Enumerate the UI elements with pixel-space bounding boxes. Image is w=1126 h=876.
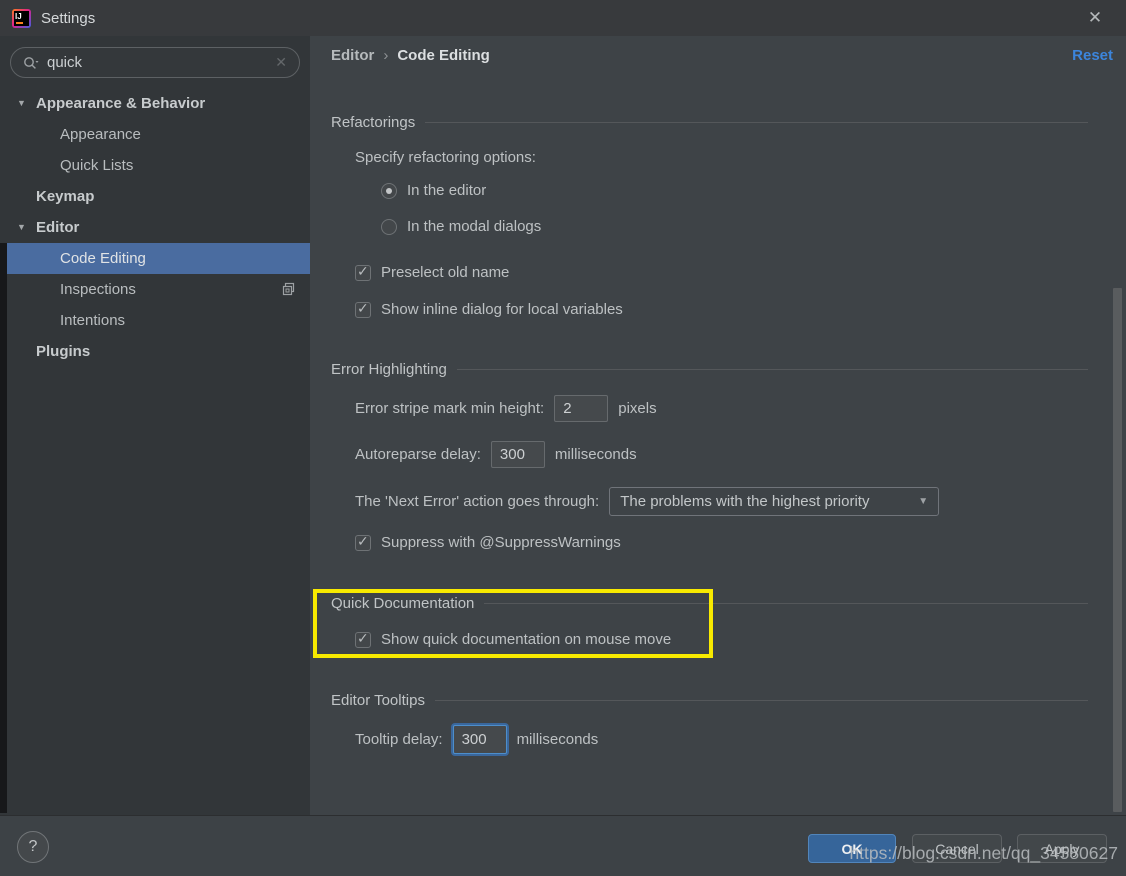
- section-header-refactorings: Refactorings: [331, 114, 1088, 131]
- next-error-dropdown[interactable]: The problems with the highest priority ▼: [609, 487, 939, 516]
- close-icon[interactable]: ✕: [1082, 6, 1108, 30]
- sidebar-item-appearance[interactable]: Appearance: [0, 119, 310, 150]
- autoreparse-delay-row: Autoreparse delay: milliseconds: [355, 441, 637, 468]
- settings-content-panel: Editor › Code Editing Reset Refactorings…: [310, 36, 1126, 815]
- tooltip-delay-input[interactable]: [453, 725, 507, 754]
- vertical-scrollbar[interactable]: [1113, 288, 1122, 812]
- chevron-down-icon[interactable]: ▼: [17, 222, 26, 232]
- checkbox-icon[interactable]: ✓: [355, 535, 371, 551]
- section-divider: [425, 122, 1088, 123]
- radio-in-the-modal-dialogs[interactable]: In the modal dialogs: [381, 218, 541, 235]
- sidebar-item-quick-lists[interactable]: Quick Lists: [0, 150, 310, 181]
- section-divider: [484, 603, 1088, 604]
- settings-tree: ▼ Appearance & Behavior Appearance Quick…: [0, 88, 310, 367]
- search-icon: [23, 56, 39, 70]
- section-header-error-highlighting: Error Highlighting: [331, 361, 1088, 378]
- chevron-down-icon: ▼: [918, 496, 928, 507]
- radio-button-icon[interactable]: [381, 183, 397, 199]
- tooltip-delay-row: Tooltip delay: milliseconds: [355, 725, 598, 754]
- checkbox-preselect-old-name[interactable]: ✓ Preselect old name: [355, 264, 509, 281]
- section-header-editor-tooltips: Editor Tooltips: [331, 692, 1088, 709]
- radio-button-icon[interactable]: [381, 219, 397, 235]
- copy-icon: [282, 282, 297, 301]
- error-stripe-row: Error stripe mark min height: pixels: [355, 395, 657, 422]
- error-stripe-height-input[interactable]: [554, 395, 608, 422]
- csdn-watermark: https://blog.csdn.net/qq_34580627: [849, 843, 1118, 864]
- sidebar-item-inspections[interactable]: Inspections: [0, 274, 310, 305]
- reset-link[interactable]: Reset: [1072, 47, 1113, 64]
- sidebar-item-editor[interactable]: ▼ Editor: [0, 212, 310, 243]
- section-divider: [457, 369, 1088, 370]
- search-clear-icon[interactable]: ✕: [275, 54, 287, 71]
- autoreparse-delay-input[interactable]: [491, 441, 545, 468]
- sidebar-item-keymap[interactable]: Keymap: [0, 181, 310, 212]
- checkbox-icon[interactable]: ✓: [355, 265, 371, 281]
- sidebar-item-appearance-behavior[interactable]: ▼ Appearance & Behavior: [0, 88, 310, 119]
- chevron-down-icon[interactable]: ▼: [17, 98, 26, 108]
- checkbox-icon[interactable]: ✓: [355, 302, 371, 318]
- search-value: quick: [47, 54, 267, 71]
- dialog-footer: ? OK Cancel Apply https://blog.csdn.net/…: [0, 815, 1126, 876]
- radio-in-the-editor[interactable]: In the editor: [381, 182, 486, 199]
- help-button[interactable]: ?: [17, 831, 49, 863]
- checkbox-show-inline-dialog[interactable]: ✓ Show inline dialog for local variables: [355, 301, 623, 318]
- breadcrumb-code-editing: Code Editing: [397, 47, 490, 64]
- sidebar-item-plugins[interactable]: Plugins: [0, 336, 310, 367]
- chevron-right-icon: ›: [383, 47, 388, 64]
- next-error-row: The 'Next Error' action goes through: Th…: [355, 487, 939, 516]
- search-input[interactable]: quick ✕: [10, 47, 300, 78]
- sidebar-item-code-editing[interactable]: Code Editing: [0, 243, 310, 274]
- settings-sidebar: quick ✕ ▼ Appearance & Behavior Appearan…: [0, 36, 310, 815]
- breadcrumb: Editor › Code Editing: [331, 47, 490, 64]
- breadcrumb-editor[interactable]: Editor: [331, 47, 374, 64]
- screen-edge-artifact: [0, 243, 7, 813]
- sidebar-item-intentions[interactable]: Intentions: [0, 305, 310, 336]
- section-divider: [435, 700, 1088, 701]
- refactoring-options-label: Specify refactoring options:: [355, 149, 536, 166]
- window-title: Settings: [41, 10, 95, 27]
- section-header-quick-documentation: Quick Documentation: [331, 595, 1088, 612]
- title-bar: IJ Settings ✕: [0, 0, 1126, 36]
- checkbox-suppress-warnings[interactable]: ✓ Suppress with @SuppressWarnings: [355, 534, 621, 551]
- checkbox-quick-doc-mouse-move[interactable]: ✓ Show quick documentation on mouse move: [355, 631, 671, 648]
- checkbox-icon[interactable]: ✓: [355, 632, 371, 648]
- intellij-logo-icon: IJ: [12, 9, 31, 28]
